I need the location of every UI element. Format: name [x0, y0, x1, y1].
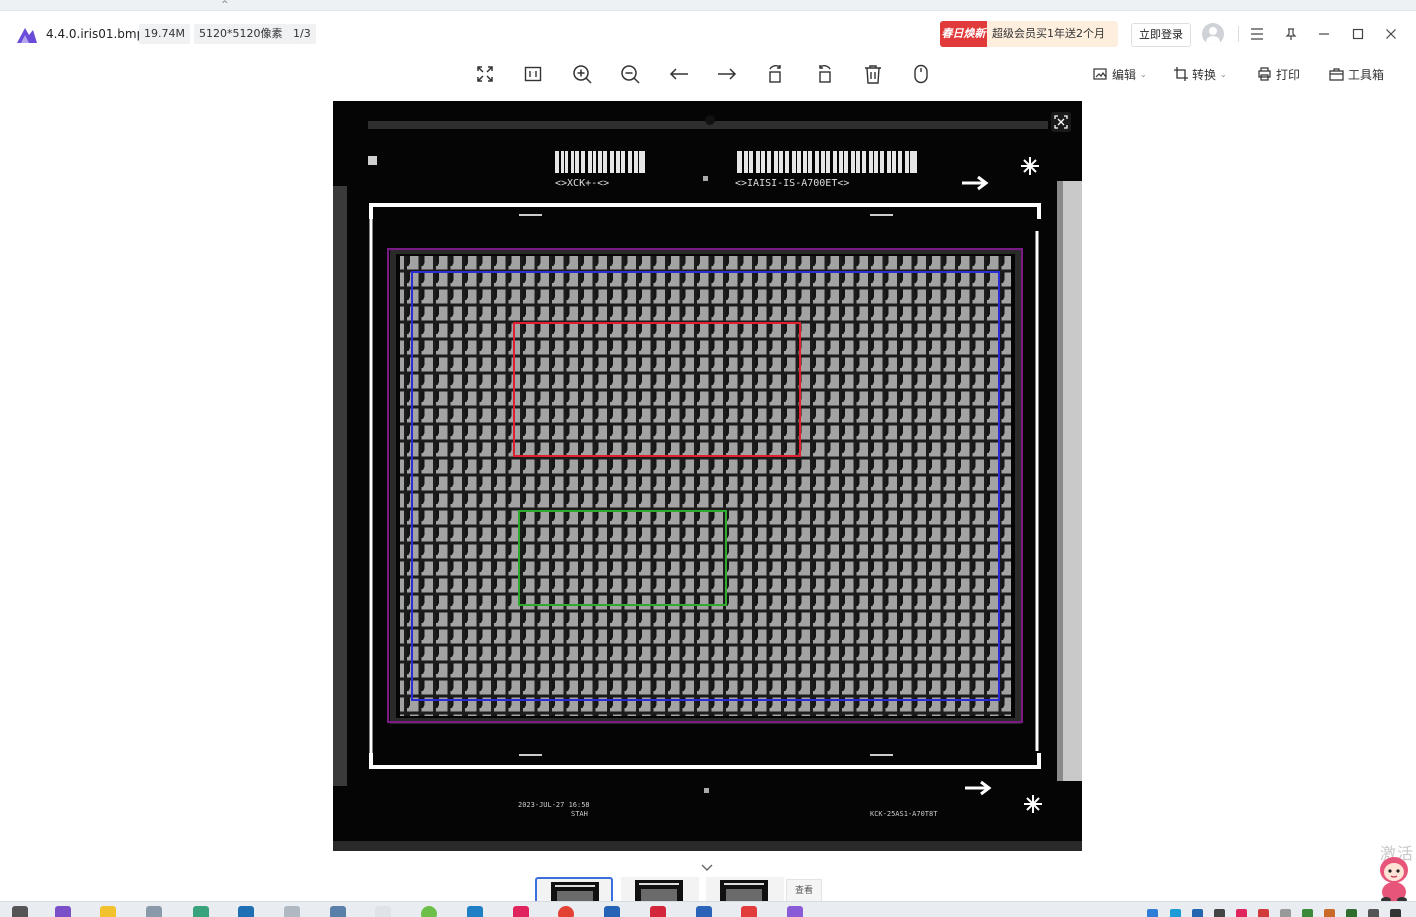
app-icon-4[interactable] — [146, 906, 162, 917]
image-canvas[interactable]: <>XCK+-<> <>IAISI-IS-A700ET<> 2023-JUL-2… — [333, 101, 1082, 851]
file-size-chip: 19.74M — [139, 24, 190, 44]
chrome-icon[interactable] — [558, 906, 574, 917]
vip-promo-banner[interactable]: 春日焕新 超级会员买1年送2个月 — [940, 21, 1118, 47]
promo-tag: 春日焕新 — [940, 21, 987, 47]
pin-icon[interactable] — [1279, 22, 1303, 46]
visual-studio-icon[interactable] — [55, 906, 71, 917]
edit-icon — [1093, 68, 1107, 80]
thumbnail-1[interactable] — [535, 877, 613, 901]
printer-icon — [1258, 67, 1271, 81]
app-logo-icon — [17, 28, 37, 43]
app-icon-17[interactable] — [741, 906, 757, 917]
edit-menu[interactable]: 编辑 ⌄ — [1093, 63, 1147, 85]
mascot-icon[interactable] — [1372, 852, 1416, 904]
maximize-icon[interactable] — [1346, 22, 1370, 46]
app-icon-6[interactable] — [238, 906, 254, 917]
chevron-up-icon[interactable]: ^ — [221, 0, 229, 10]
file-explorer-icon[interactable] — [100, 906, 116, 917]
main-toolbar: 编辑 ⌄ 转换 ⌄ 打印 工具箱 — [0, 58, 1416, 90]
page-index-chip: 1/3 — [288, 24, 316, 44]
thumbnail-strip: 查看 — [0, 877, 1416, 903]
app-icon-11[interactable] — [467, 906, 483, 917]
task-view-icon[interactable] — [12, 906, 28, 917]
close-icon[interactable] — [1379, 22, 1403, 46]
actual-size-icon[interactable] — [519, 60, 547, 88]
divider — [1238, 26, 1239, 42]
rotate-right-icon[interactable] — [810, 60, 838, 88]
app-icon-9[interactable] — [375, 906, 391, 917]
toolbox-icon — [1329, 68, 1344, 81]
app-icon-10[interactable] — [421, 906, 437, 917]
app-icon-14[interactable] — [604, 906, 620, 917]
print-label: 打印 — [1276, 67, 1301, 82]
chevron-down-icon: ⌄ — [1140, 69, 1147, 79]
toolbox-label: 工具箱 — [1348, 67, 1385, 82]
app-icon-7[interactable] — [284, 906, 300, 917]
barcode-left-text: <>XCK+-<> — [555, 178, 609, 189]
zoom-in-icon[interactable] — [568, 60, 596, 88]
fullscreen-icon[interactable] — [471, 60, 499, 88]
fit-screen-icon[interactable] — [1050, 111, 1072, 133]
print-button[interactable]: 打印 — [1257, 63, 1300, 85]
menu-icon[interactable] — [1245, 22, 1269, 46]
convert-menu[interactable]: 转换 ⌄ — [1174, 63, 1227, 85]
os-taskbar — [0, 901, 1416, 917]
rotate-left-icon[interactable] — [762, 60, 790, 88]
app-icon-8[interactable] — [330, 906, 346, 917]
collapse-chevron-icon[interactable] — [698, 860, 716, 874]
app-icon-12[interactable] — [513, 906, 529, 917]
thumbnail-3[interactable] — [706, 877, 784, 901]
promo-text: 超级会员买1年送2个月 — [992, 27, 1105, 40]
inspection-image: <>XCK+-<> <>IAISI-IS-A700ET<> 2023-JUL-2… — [333, 101, 1082, 851]
login-button[interactable]: 立即登录 — [1131, 23, 1191, 47]
zoom-out-icon[interactable] — [616, 60, 644, 88]
app-icon-15[interactable] — [650, 906, 666, 917]
arrow-left-icon[interactable] — [665, 60, 693, 88]
title-bar: 4.4.0.iris01.bmp 19.74M 5120*5120像素 1/3 … — [0, 18, 1416, 52]
window-top-strip: ^ — [0, 0, 1416, 11]
app-icon-5[interactable] — [193, 906, 209, 917]
app-icon-16[interactable] — [696, 906, 712, 917]
arrow-right-icon[interactable] — [713, 60, 741, 88]
bottom-right-text: KCK-25AS1-A70T8T — [870, 810, 938, 818]
thumbnail-2[interactable] — [621, 877, 699, 901]
edit-label: 编辑 — [1112, 67, 1137, 82]
barcode-right-text: <>IAISI-IS-A700ET<> — [735, 178, 849, 189]
mouse-mode-icon[interactable] — [907, 60, 935, 88]
date-text-2: STAH — [571, 810, 588, 818]
image-viewer-icon[interactable] — [787, 906, 803, 917]
delete-icon[interactable] — [859, 60, 887, 88]
minimize-icon[interactable] — [1312, 22, 1336, 46]
crop-icon — [1174, 67, 1188, 81]
avatar[interactable] — [1202, 23, 1224, 45]
date-text: 2023-JUL-27 16:58 — [518, 801, 590, 809]
view-all-button[interactable]: 查看 — [786, 879, 822, 903]
file-name: 4.4.0.iris01.bmp — [46, 27, 145, 41]
convert-label: 转换 — [1192, 67, 1217, 82]
chevron-down-icon: ⌄ — [1220, 69, 1227, 79]
toolbox-button[interactable]: 工具箱 — [1329, 63, 1384, 85]
dimensions-chip: 5120*5120像素 — [194, 24, 288, 44]
